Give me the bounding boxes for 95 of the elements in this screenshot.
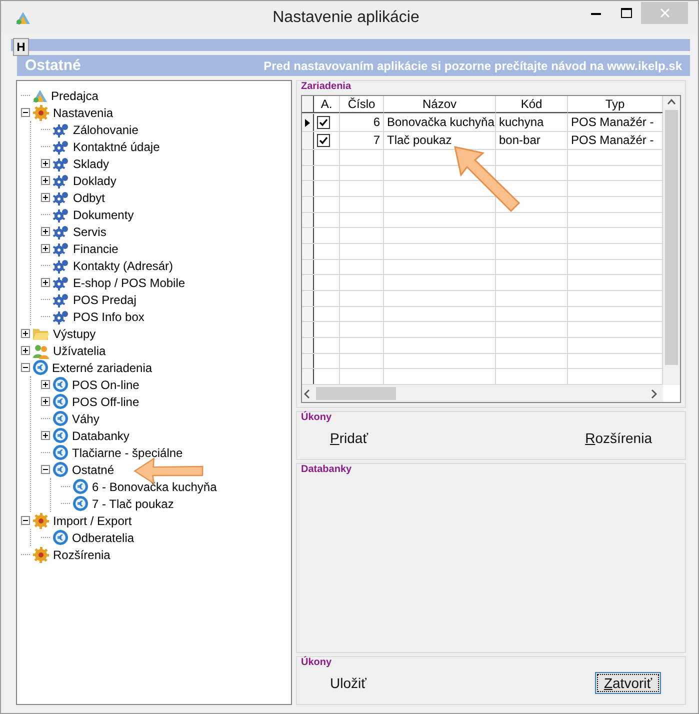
cog-icon — [52, 274, 70, 290]
expand-icon[interactable] — [41, 397, 50, 406]
cog-icon — [52, 240, 70, 256]
action-button[interactable]: Zatvoriť — [594, 672, 661, 694]
tree-item[interactable]: Predajca — [51, 88, 98, 102]
action-button[interactable]: Pridať — [321, 427, 377, 449]
cog-icon — [52, 190, 70, 206]
triangle-logo-icon — [32, 88, 48, 102]
tree-item[interactable]: Rozšírenia — [53, 548, 110, 562]
tree-item[interactable]: 6 - Bonovačka kuchyňa — [92, 480, 217, 494]
folder-icon — [32, 326, 50, 341]
tree-item[interactable]: POS Off-line — [72, 394, 140, 408]
expand-icon[interactable] — [41, 244, 50, 253]
app-icon — [15, 11, 31, 25]
tree-item[interactable]: Ostatné — [72, 462, 114, 476]
tree-item[interactable]: Servis — [73, 224, 106, 238]
row-header[interactable] — [302, 114, 314, 131]
gear-icon — [32, 104, 50, 120]
expand-icon[interactable] — [21, 329, 30, 338]
tree-item[interactable]: Nastavenia — [53, 106, 114, 120]
tree-item[interactable]: E-shop / POS Mobile — [73, 276, 186, 290]
cog-icon — [52, 206, 70, 222]
cog-icon — [52, 172, 70, 188]
action-button[interactable]: Rozšírenia — [576, 427, 661, 449]
action-button[interactable]: Uložiť — [321, 672, 376, 694]
collapse-icon[interactable] — [21, 363, 30, 372]
table-cell: 7 — [340, 132, 384, 149]
tree-item[interactable]: Financie — [73, 242, 118, 256]
cog-icon — [52, 224, 70, 240]
tree-item[interactable]: Doklady — [73, 174, 116, 188]
tree-item[interactable]: Odbyt — [73, 190, 106, 204]
table-cell: 6 — [340, 114, 384, 131]
section-title: Ostatné — [25, 57, 81, 74]
table-cell: kuchyna — [496, 114, 568, 131]
tree-item[interactable]: Databanky — [72, 428, 130, 442]
cog-icon — [52, 258, 70, 274]
expand-icon[interactable] — [41, 278, 50, 287]
column-header[interactable]: A. — [314, 96, 340, 113]
checkbox[interactable] — [317, 134, 330, 147]
expand-icon[interactable] — [41, 380, 50, 389]
gear-icon — [32, 512, 50, 528]
minimize-icon[interactable] — [591, 12, 601, 14]
ribbon-tab[interactable]: H — [13, 38, 29, 56]
expand-icon[interactable] — [41, 176, 50, 185]
group-title: Databanky — [301, 464, 353, 476]
cog-icon — [52, 308, 70, 324]
table-cell: Bonovačka kuchyňa — [384, 114, 496, 131]
tree-item[interactable]: Váhy — [72, 412, 100, 426]
collapse-icon[interactable] — [41, 465, 50, 474]
expand-icon[interactable] — [21, 346, 30, 355]
tree-item[interactable]: Výstupy — [53, 326, 96, 340]
collapse-icon[interactable] — [21, 516, 30, 525]
maximize-icon[interactable] — [620, 8, 632, 18]
column-header[interactable]: Kód — [496, 96, 568, 113]
tree-item[interactable]: Kontakty (Adresár) — [73, 258, 174, 272]
tree-item[interactable]: Odberatelia — [72, 530, 134, 544]
cog-icon — [52, 138, 70, 154]
tree-item[interactable]: Užívatelia — [53, 344, 106, 358]
expand-icon[interactable] — [41, 431, 50, 440]
tree-item[interactable]: Zálohovanie — [73, 122, 138, 136]
pointer-arrow — [453, 145, 523, 215]
cog-icon — [52, 156, 70, 172]
expand-icon[interactable] — [41, 159, 50, 168]
users-icon — [32, 342, 50, 358]
tree-item[interactable]: POS Info box — [73, 310, 144, 324]
cog-icon — [52, 122, 70, 138]
group-title: Úkony — [301, 657, 333, 669]
table-cell: bon-bar — [496, 132, 568, 149]
tree-item[interactable]: Externé zariadenia — [52, 360, 152, 374]
expand-icon[interactable] — [41, 227, 50, 236]
tree-item[interactable]: 7 - Tlač poukaz — [92, 496, 174, 510]
window-title: Nastavenie aplikácie — [272, 9, 420, 27]
cog-icon — [52, 292, 70, 308]
expand-icon[interactable] — [41, 193, 50, 202]
tree-item[interactable]: POS Predaj — [73, 292, 136, 306]
group-title: Úkony — [301, 412, 333, 424]
scroll-right-icon[interactable] — [649, 388, 659, 400]
tree-item[interactable]: Kontaktné údaje — [73, 140, 160, 154]
checkbox[interactable] — [317, 116, 330, 129]
row-pointer-icon — [305, 118, 310, 126]
tree-item[interactable]: Dokumenty — [73, 208, 134, 222]
group-title: Zariadenia — [301, 81, 352, 93]
tree-item[interactable]: Tlačiarne - špeciálne — [72, 446, 183, 460]
vertical-scrollbar[interactable] — [663, 96, 680, 385]
row-header[interactable] — [302, 132, 314, 149]
collapse-icon[interactable] — [21, 108, 30, 117]
tree-item[interactable]: POS On-line — [72, 378, 140, 392]
column-header[interactable]: Názov — [384, 96, 496, 113]
tree-item[interactable]: Sklady — [73, 156, 110, 170]
gear-icon — [32, 546, 50, 562]
scroll-left-icon[interactable] — [302, 388, 312, 400]
notice-text: Pred nastavovaním aplikácie si pozorne prečítajte návod na www.ikelp.sk — [264, 58, 682, 72]
column-header[interactable]: Číslo — [340, 96, 384, 113]
tree-item[interactable]: Import / Export — [53, 514, 132, 528]
horizontal-scrollbar[interactable] — [302, 385, 663, 402]
